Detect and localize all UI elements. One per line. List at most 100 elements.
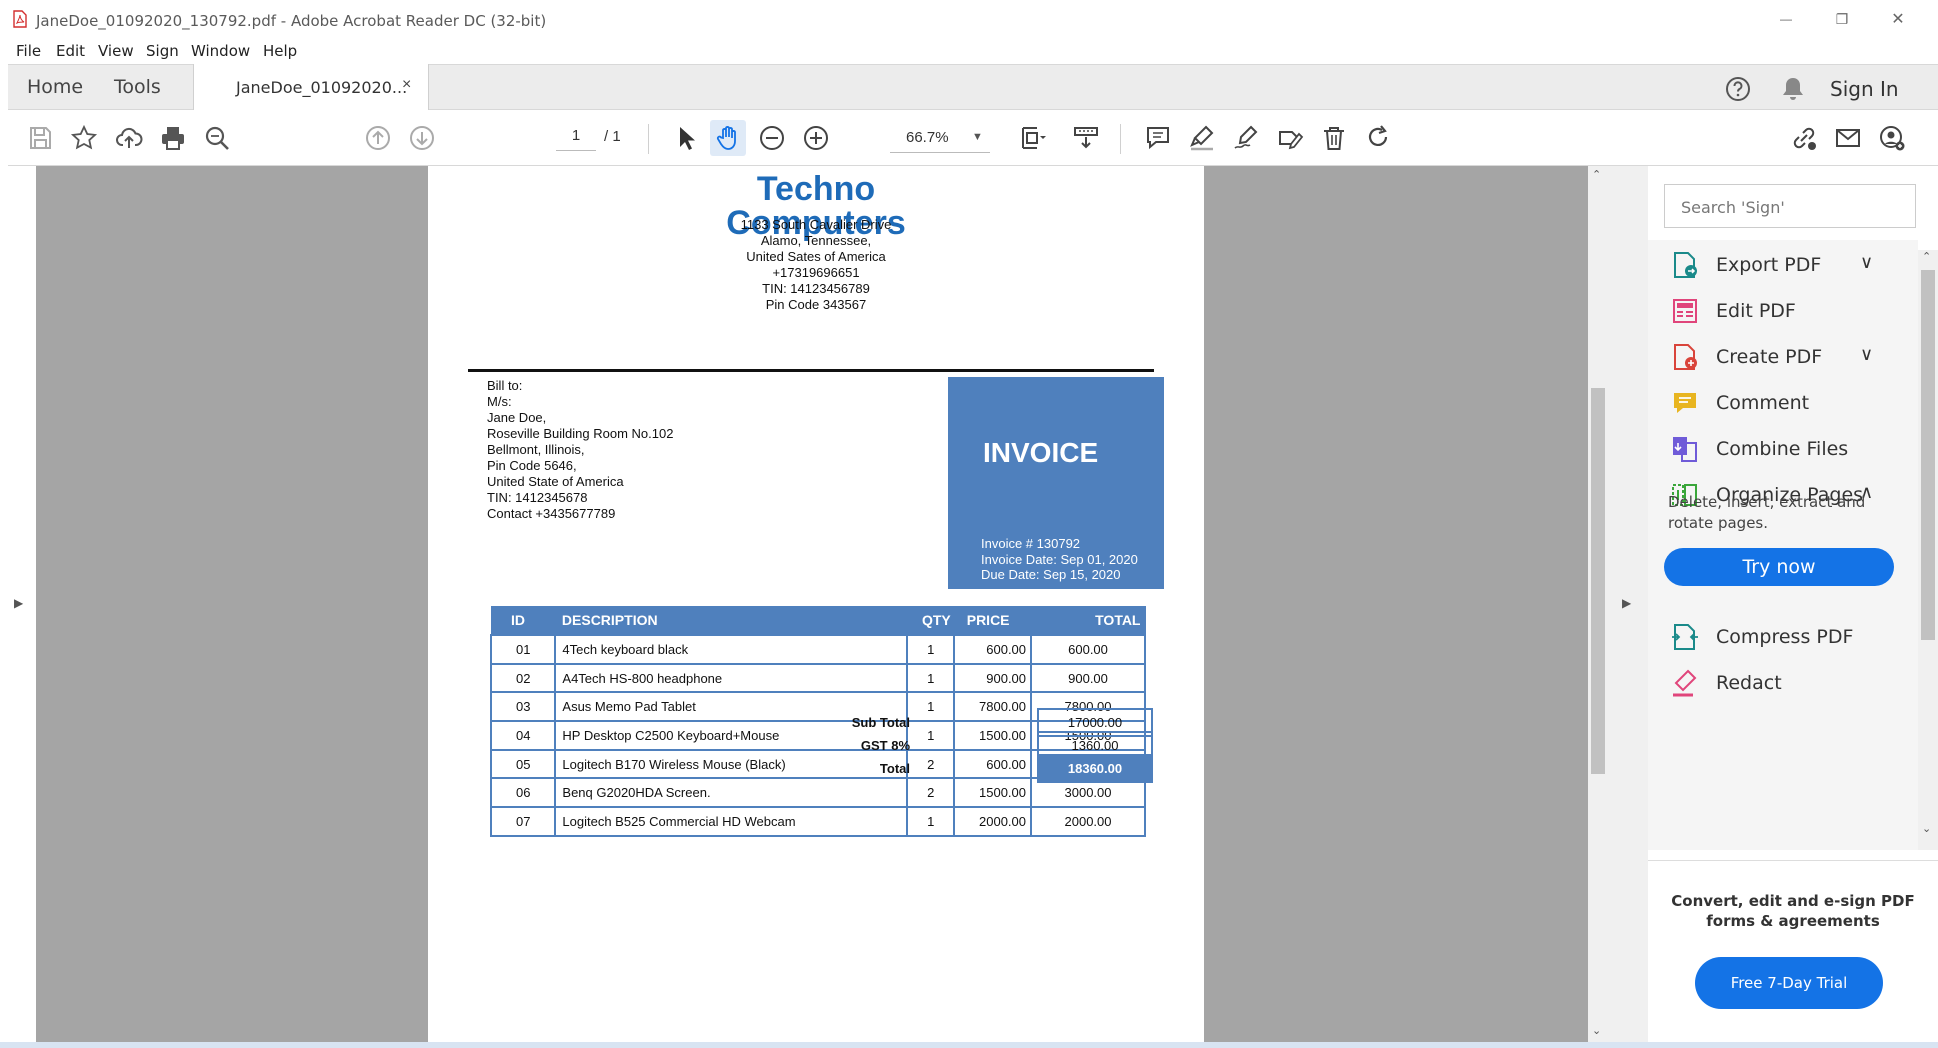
page-number-input[interactable]: 1 — [556, 127, 596, 151]
tool-create-pdf[interactable]: Create PDF ∨ — [1648, 332, 1918, 382]
scrollbar-thumb[interactable] — [1591, 388, 1605, 774]
try-now-button[interactable]: Try now — [1664, 548, 1894, 586]
page-total: / 1 — [604, 128, 621, 145]
invoice-header-box: INVOICE Invoice # 130792 Invoice Date: S… — [948, 377, 1164, 589]
tool-comment[interactable]: Comment — [1648, 378, 1918, 428]
comment-button[interactable] — [1140, 120, 1176, 156]
cloud-upload-icon — [116, 127, 143, 148]
sign-in-button[interactable]: Sign In — [1830, 77, 1899, 101]
upload-button[interactable] — [111, 120, 147, 156]
zoom-value: 66.7% — [906, 129, 949, 146]
save-button[interactable] — [22, 120, 58, 156]
tools-list: Export PDF ∨ Edit PDF Create PDF ∨ Comme… — [1648, 240, 1918, 850]
scroll-down-icon[interactable]: ⌄ — [1922, 822, 1931, 835]
menu-view[interactable]: View — [98, 42, 134, 60]
print-button[interactable] — [155, 120, 191, 156]
item-qty: 1 — [906, 662, 956, 694]
email-button[interactable] — [1830, 120, 1866, 156]
menu-edit[interactable]: Edit — [56, 42, 85, 60]
bill-to-line: Bellmont, Illinois, — [487, 442, 585, 457]
total-label: Total — [879, 761, 910, 776]
tab-tools[interactable]: Tools — [114, 76, 161, 98]
comment-icon — [1147, 127, 1169, 150]
document-scrollbar[interactable]: ⌃ ⌄ — [1588, 166, 1608, 1042]
pen-sign-icon — [1234, 125, 1258, 149]
tool-compress-pdf[interactable]: Compress PDF — [1648, 612, 1918, 662]
hand-tool-button[interactable] — [710, 120, 746, 156]
tools-scrollbar[interactable]: ⌃ ⌄ — [1918, 250, 1938, 850]
item-description: A4Tech HS-800 headphone — [554, 662, 909, 694]
fill-sign-button[interactable] — [1272, 120, 1308, 156]
sign-button[interactable] — [1228, 120, 1264, 156]
add-user-button[interactable] — [1874, 120, 1910, 156]
tool-label: Create PDF — [1716, 346, 1823, 368]
collapse-pane-strip[interactable]: ▶ — [1608, 166, 1648, 1042]
tab-document[interactable]: JaneDoe_01092020... × — [193, 64, 429, 111]
item-id: 01 — [489, 634, 557, 665]
select-tool-button[interactable] — [668, 120, 704, 156]
collapse-pane-icon[interactable]: ▶ — [1622, 596, 1631, 610]
column-header: ID — [491, 606, 556, 635]
bill-to-line: Pin Code 5646, — [487, 458, 577, 473]
table-header-row: ID DESCRIPTION QTY PRICE TOTAL — [491, 606, 1146, 635]
scroll-down-icon[interactable]: ⌄ — [1592, 1024, 1601, 1037]
star-icon — [70, 124, 98, 150]
bookmark-button[interactable] — [66, 120, 102, 156]
edit-pdf-icon — [1673, 299, 1697, 323]
scroll-mode-icon — [1074, 127, 1098, 149]
viewer-background — [36, 166, 428, 1042]
highlight-button[interactable] — [1184, 120, 1220, 156]
help-icon[interactable] — [1724, 75, 1752, 103]
share-link-button[interactable] — [1786, 120, 1822, 156]
tool-combine-files[interactable]: Combine Files — [1648, 424, 1918, 474]
zoom-in-button[interactable] — [798, 120, 834, 156]
previous-page-button[interactable] — [360, 120, 396, 156]
chevron-down-icon[interactable]: ∨ — [1860, 344, 1873, 365]
menu-file[interactable]: File — [16, 42, 41, 60]
address-line: United Sates of America — [746, 249, 886, 264]
create-pdf-icon — [1674, 344, 1697, 370]
tool-export-pdf[interactable]: Export PDF ∨ — [1648, 240, 1918, 290]
fit-page-icon — [1022, 127, 1046, 149]
menu-window[interactable]: Window — [191, 42, 250, 60]
notification-bell-icon[interactable] — [1780, 75, 1806, 103]
zoom-out-button[interactable] — [754, 120, 790, 156]
zoom-dropdown[interactable]: 66.7% ▼ — [890, 127, 990, 153]
item-total: 2000.00 — [1030, 806, 1146, 837]
close-window-button[interactable]: ✕ — [1878, 4, 1918, 34]
menu-sign[interactable]: Sign — [146, 42, 179, 60]
tools-search-input[interactable]: Search 'Sign' — [1664, 184, 1916, 228]
document-viewer[interactable]: ▶ Techno Computers 1133 South Cavalier D… — [8, 166, 1596, 1042]
column-header: QTY — [907, 606, 955, 635]
minimize-button[interactable]: — — [1766, 4, 1806, 34]
address-line: Alamo, Tennessee, — [760, 233, 872, 248]
tool-label: Comment — [1716, 392, 1810, 414]
restore-button[interactable]: ❐ — [1822, 4, 1862, 34]
rotate-icon — [1368, 125, 1388, 146]
item-total: 900.00 — [1030, 662, 1146, 694]
delete-button[interactable] — [1316, 120, 1352, 156]
bottom-strip — [0, 1042, 1938, 1048]
scrollbar-thumb[interactable] — [1921, 270, 1935, 640]
next-page-button[interactable] — [404, 120, 440, 156]
item-qty: 1 — [906, 806, 956, 837]
highlighter-icon — [1190, 125, 1214, 151]
scroll-up-icon[interactable]: ⌃ — [1592, 168, 1601, 181]
tab-home[interactable]: Home — [27, 76, 83, 98]
tool-edit-pdf[interactable]: Edit PDF — [1648, 286, 1918, 336]
invoice-title: INVOICE — [983, 437, 1099, 468]
gst-label: GST 8% — [860, 738, 910, 753]
find-button[interactable] — [199, 120, 235, 156]
rotate-button[interactable] — [1360, 120, 1396, 156]
save-icon — [30, 127, 51, 149]
expand-left-pane-icon[interactable]: ▶ — [14, 596, 23, 610]
menu-help[interactable]: Help — [263, 42, 297, 60]
scroll-mode-button[interactable] — [1068, 120, 1104, 156]
close-tab-icon[interactable]: × — [402, 76, 411, 94]
free-trial-button[interactable]: Free 7-Day Trial — [1695, 957, 1883, 1009]
bill-to-line: M/s: — [487, 394, 512, 409]
chevron-down-icon[interactable]: ∨ — [1860, 252, 1873, 273]
scroll-up-icon[interactable]: ⌃ — [1922, 250, 1931, 263]
tool-redact[interactable]: Redact — [1648, 658, 1918, 708]
fit-page-button[interactable] — [1008, 120, 1058, 156]
